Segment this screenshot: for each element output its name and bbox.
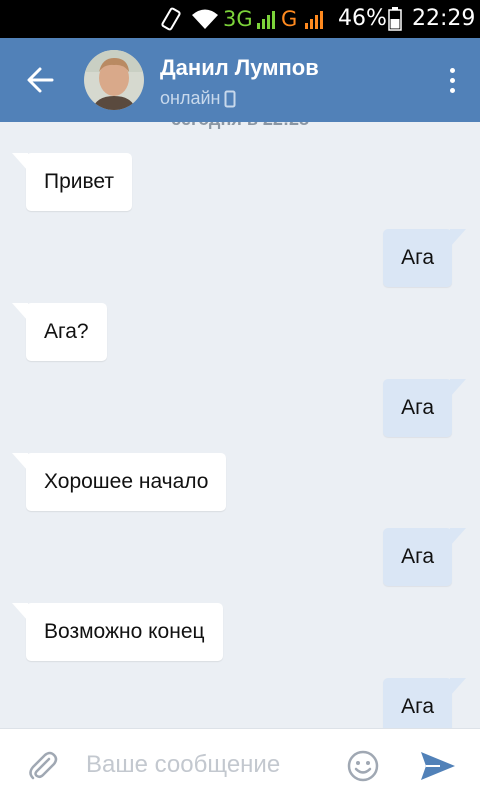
network-g-label: G [281,7,298,31]
date-separator: сегодня в 22:28 [0,122,480,130]
online-status: онлайн [160,88,236,109]
message-incoming[interactable]: Привет [11,153,133,211]
signal-icon [256,0,278,38]
composer-bar [0,728,480,800]
arrow-left-icon [27,67,54,93]
message-outgoing[interactable]: Ага [383,229,466,287]
send-icon [421,752,455,780]
contact-name[interactable]: Данил Лумпов [160,55,319,81]
chat-header: Данил Лумпов онлайн [0,38,480,122]
back-button[interactable] [18,58,62,102]
more-menu-button[interactable] [442,60,462,100]
battery-percent: 46% [338,6,387,31]
paperclip-icon [29,751,58,780]
message-list[interactable]: сегодня в 22:28 Привет Ага Ага? Ага Хоро… [0,122,480,728]
message-incoming[interactable]: Хорошее начало [11,453,227,511]
message-outgoing[interactable]: Ага [383,528,466,586]
message-outgoing[interactable]: Ага [383,678,466,728]
message-incoming[interactable]: Возможно конец [12,603,223,661]
message-outgoing[interactable]: Ага [383,379,466,437]
mobile-phone-icon [224,90,236,107]
vibrate-icon [158,0,184,38]
wifi-icon [190,0,220,38]
more-vertical-icon [449,67,455,73]
avatar[interactable] [84,50,144,110]
signal-icon-2 [304,0,326,38]
send-button[interactable] [418,749,458,783]
message-input[interactable] [86,743,326,787]
status-text: онлайн [160,88,221,108]
message-incoming[interactable]: Ага? [12,303,107,361]
status-bar: 3G G 46% 22:29 [0,0,480,38]
battery-icon [388,0,402,38]
smiley-icon [347,750,379,782]
network-3g-label: 3G [223,7,253,31]
emoji-button[interactable] [346,749,380,783]
clock: 22:29 [412,6,476,31]
attach-button[interactable] [24,747,60,783]
